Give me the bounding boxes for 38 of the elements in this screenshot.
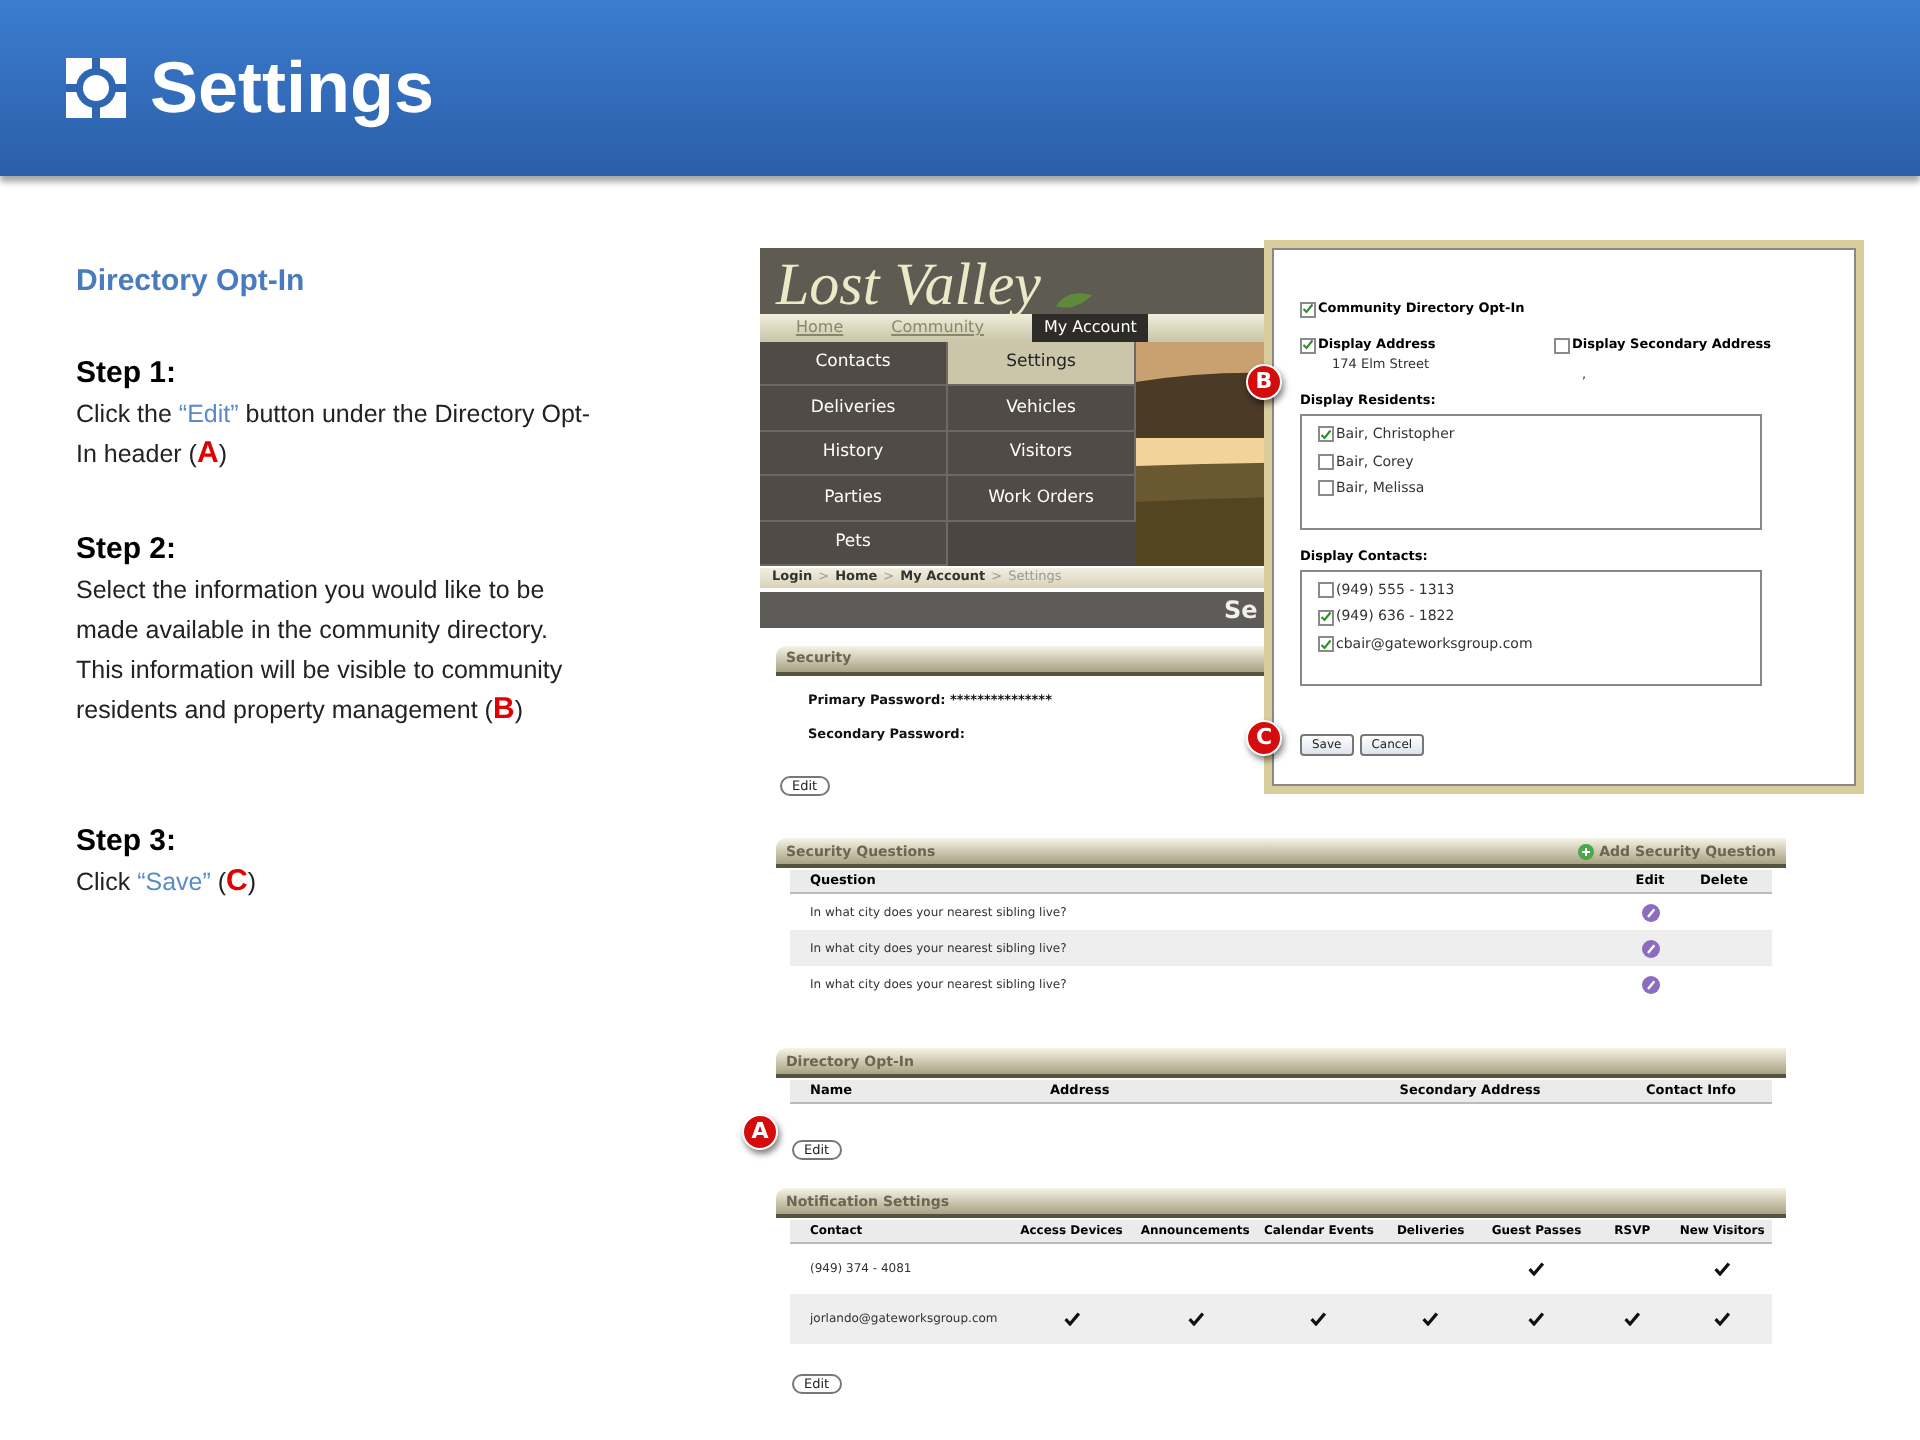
step-description: Click the “Edit” button under the Directory Opt-In header (A) [76,398,593,474]
menu-item[interactable]: Vehicles [948,386,1136,432]
menu-item[interactable]: Work Orders [948,476,1136,522]
checkbox[interactable] [1318,609,1334,625]
menu-item[interactable]: Contacts [760,342,948,387]
settings-icon [66,58,126,118]
edit-icon[interactable] [1641,939,1659,958]
step-description: Click “Save” (C) [76,862,259,902]
checkbox[interactable] [1300,337,1316,354]
checkbox[interactable] [1300,301,1316,318]
slide-title: Settings [150,44,435,132]
checkbox[interactable] [1318,636,1334,652]
page-title: Se [1224,593,1258,628]
edit-icon[interactable] [1641,903,1659,922]
step-title: Step 2: [76,530,179,570]
checkbox[interactable] [1318,426,1334,443]
callout-marker: A [742,1114,778,1151]
nav-tab[interactable]: My Account [1031,314,1149,342]
checkbox[interactable] [1318,480,1334,497]
site-logo: Lost Valley [776,256,1041,314]
callout-marker: B [1246,364,1282,401]
step-title: Step 1: [76,354,179,394]
step-description: Select the information you would like to be made available in the community directory. This information will be visible to community residents and property management (B) [76,574,565,730]
checkbox[interactable] [1554,337,1570,354]
edit-icon[interactable] [1641,975,1659,994]
checkbox[interactable] [1318,582,1334,598]
callout-marker: C [1246,719,1282,756]
menu-item[interactable]: History [760,431,948,477]
menu-item[interactable]: Pets [760,521,948,566]
menu-item[interactable]: Parties [760,476,948,522]
menu-item[interactable]: Deliveries [760,386,948,432]
menu-item[interactable]: Settings [948,342,1136,387]
step-title: Step 3: [76,822,179,862]
section-heading: Directory Opt-In [76,262,307,302]
leaf-icon [1052,288,1096,308]
menu-item[interactable]: Visitors [948,431,1136,477]
checkbox[interactable] [1318,453,1334,470]
add-icon [1577,843,1594,860]
